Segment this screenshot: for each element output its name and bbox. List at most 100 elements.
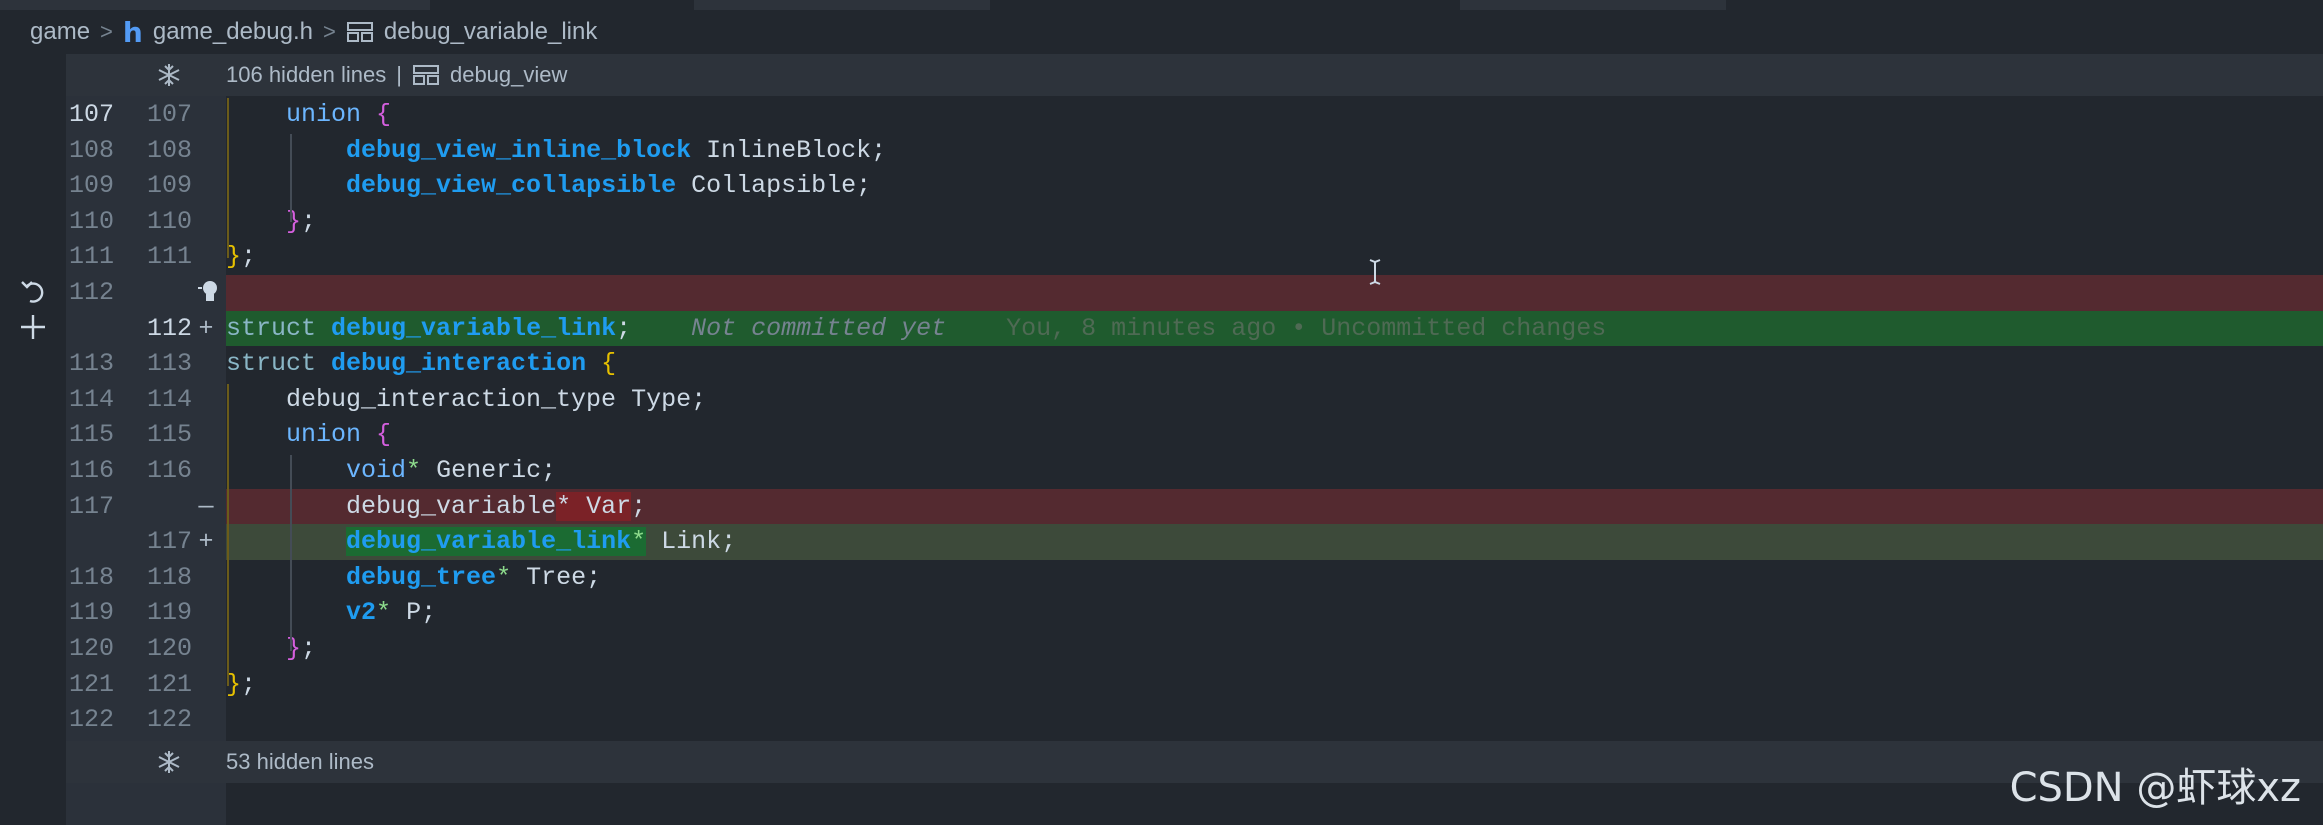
code-line[interactable]: 118 118 debug_tree* Tree; (0, 560, 2323, 596)
lightbulb-icon[interactable] (198, 278, 222, 308)
code-token: { (376, 100, 392, 129)
diff-line-background (226, 631, 2323, 667)
code-line[interactable]: 117 + debug_variable_link* Link; (0, 524, 2323, 560)
breadcrumb-file[interactable]: game_debug.h (153, 18, 313, 46)
diff-line-background (226, 204, 2323, 240)
breadcrumb-symbol[interactable]: debug_variable_link (384, 18, 598, 46)
new-line-number: 114 (146, 384, 192, 414)
indent-guide (290, 134, 292, 222)
code-line[interactable]: 116 116 void* Generic; (0, 453, 2323, 489)
text-cursor-icon (1369, 259, 1381, 285)
code-line[interactable]: 115 115 union { (0, 417, 2323, 453)
code-text: }; (226, 667, 256, 703)
code-line[interactable]: 110 110 }; (0, 204, 2323, 240)
code-text: debug_view_inline_block InlineBlock; (226, 133, 886, 169)
revert-change-icon[interactable] (18, 276, 48, 306)
new-line-number: 113 (146, 349, 192, 379)
old-line-number: 112 (68, 278, 114, 307)
new-line-number: 122 (146, 705, 192, 735)
code-token: } (286, 634, 302, 663)
code-token: ; (301, 206, 317, 236)
code-text: struct debug_interaction { (226, 346, 616, 382)
code-line[interactable]: 108 108 debug_view_inline_block InlineBlo… (0, 133, 2323, 169)
code-line[interactable]: 114 114 debug_interaction_type Type; (0, 382, 2323, 418)
code-line[interactable]: 122 122 (0, 702, 2323, 738)
indent-guide (227, 98, 229, 258)
code-line[interactable]: 119 119 v2* P; (0, 595, 2323, 631)
code-line[interactable]: 111 111}; (0, 239, 2323, 275)
new-line-number: 107 (146, 100, 192, 129)
chevron-right-icon: > (100, 19, 113, 44)
code-token: Tree; (511, 562, 602, 592)
hidden-lines-bar-top[interactable]: 106 hidden lines | debug_view (66, 54, 2323, 96)
new-line-number: 109 (146, 171, 192, 201)
code-line[interactable]: 121 121}; (0, 667, 2323, 703)
code-token: Not committed yet (631, 313, 947, 343)
diff-line-background (226, 595, 2323, 631)
code-token: * (631, 527, 647, 557)
code-token: debug_view_collapsible (346, 171, 677, 201)
code-token: struct (226, 349, 317, 379)
indent-guide (290, 455, 292, 651)
code-token: { (601, 349, 617, 379)
code-text: union { (226, 417, 391, 453)
new-line-number: 110 (146, 206, 192, 236)
code-line[interactable]: 109 109 debug_view_collapsible Collapsibl… (0, 168, 2323, 204)
code-token: debug_view_inline_block (346, 135, 692, 165)
stage-change-icon[interactable] (18, 312, 48, 342)
hidden-lines-divider: | (396, 62, 402, 87)
breadcrumb: game > h game_debug.h > debug_variable_l… (30, 14, 597, 50)
code-token: debug_variable (346, 491, 557, 521)
old-line-number: 107 (68, 100, 114, 129)
code-line[interactable]: 113 113 struct debug_interaction { (0, 346, 2323, 382)
new-line-number: 116 (146, 456, 192, 485)
code-text: }; (226, 239, 256, 275)
old-line-number: 117 (68, 491, 114, 521)
diff-line-background (226, 97, 2323, 133)
code-line[interactable]: 107 107 union { (0, 97, 2323, 133)
code-token: * Var (556, 491, 632, 521)
breadcrumb-folder[interactable]: game (30, 18, 90, 46)
code-token: ; (301, 634, 317, 663)
code-text: }; (226, 631, 316, 667)
code-line[interactable]: 117 — debug_variable* Var; (0, 488, 2323, 525)
code-token: union (286, 100, 362, 129)
code-text: void* Generic; (226, 453, 556, 489)
old-line-number: 118 (68, 562, 114, 592)
code-token: You, 8 minutes ago • Uncommitted changes (946, 313, 1607, 343)
code-text: debug_variable_link* Link; (226, 524, 736, 560)
diff-line-background (226, 667, 2323, 703)
new-line-number: 121 (146, 669, 192, 699)
diff-line-background (226, 702, 2323, 738)
old-line-number: 108 (68, 135, 114, 165)
hidden-lines-symbol[interactable]: debug_view (450, 62, 567, 88)
hidden-lines-bar-bottom[interactable]: 53 hidden lines (66, 741, 2323, 783)
code-line[interactable]: 120 120 }; (0, 631, 2323, 667)
old-line-number: 113 (68, 349, 114, 379)
code-token: debug_tree (346, 562, 497, 592)
code-line[interactable]: 112 (0, 275, 2323, 311)
new-line-number: 108 (146, 135, 192, 165)
code-line[interactable]: 112 + struct debug_variable_link; Not comm… (0, 310, 2323, 347)
unfold-icon[interactable] (156, 749, 182, 775)
code-token: } (286, 206, 302, 236)
c-header-file-icon: h (122, 15, 143, 49)
old-line-number: 109 (68, 171, 114, 201)
unfold-icon[interactable] (156, 62, 182, 88)
code-token: debug_variable_link (346, 527, 632, 557)
code-token: { (376, 420, 392, 450)
code-text: }; (226, 204, 316, 240)
code-token: debug_interaction_type Type; (226, 384, 707, 414)
new-line-number: 111 (146, 242, 192, 272)
code-token: * (406, 456, 422, 485)
chevron-right-icon: > (322, 19, 336, 44)
old-line-number: 119 (68, 598, 114, 628)
old-line-number: 116 (68, 456, 114, 485)
